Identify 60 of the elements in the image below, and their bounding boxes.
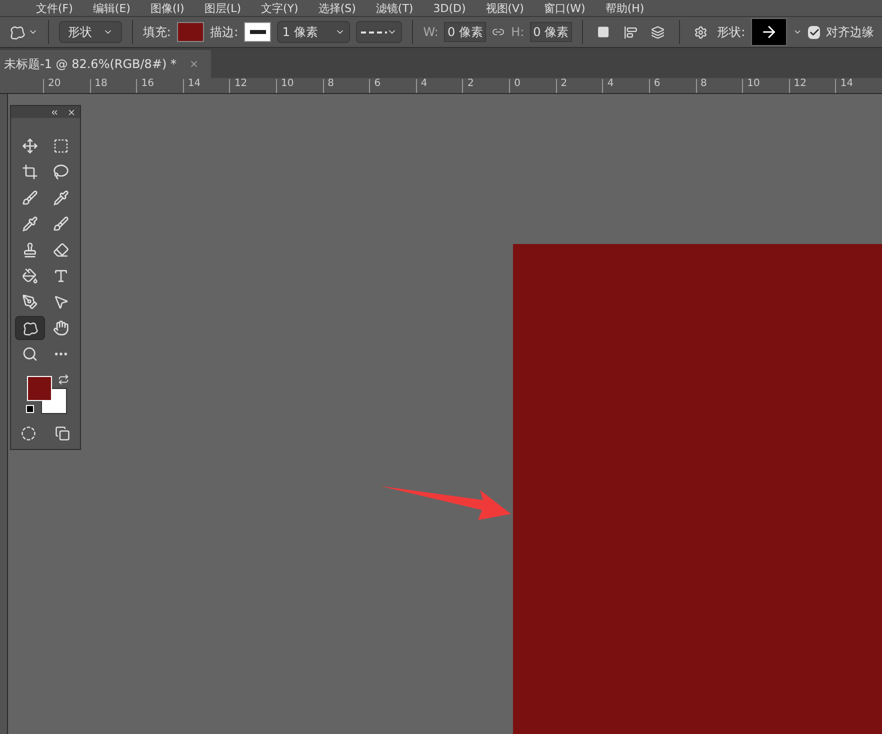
ruler-label: 4 (607, 78, 614, 89)
stroke-width-dropdown[interactable]: 1 像素 (277, 21, 350, 43)
stroke-color-swatch[interactable] (244, 22, 272, 42)
shape-label: 形状: (717, 24, 746, 41)
document-title: 未标题-1 @ 82.6%(RGB/8#) * (4, 56, 176, 73)
ruler-label: 14 (840, 78, 854, 89)
menu-item[interactable]: 滤镜(T) (376, 2, 414, 14)
ruler-label: 6 (374, 78, 381, 89)
ruler-label: 10 (281, 78, 294, 89)
ruler-label: 20 (48, 78, 61, 89)
menu-item[interactable]: 3D(D) (433, 2, 466, 14)
mode-dropdown[interactable]: 形状 (58, 21, 122, 43)
dashed-line-icon (361, 30, 388, 34)
shape-picker[interactable] (751, 18, 788, 46)
fill-label: 填充: (142, 24, 171, 41)
height-label: H: (511, 24, 524, 41)
gear-icon[interactable] (694, 24, 708, 40)
ruler-label: 2 (560, 78, 568, 89)
document-tab[interactable]: 未标题-1 @ 82.6%(RGB/8#) * (0, 50, 210, 78)
align-edges-label: 对齐边缘 (826, 24, 874, 41)
menu-item[interactable]: 选择(S) (318, 2, 356, 14)
width-field[interactable]: 0 像素 (444, 22, 486, 42)
menu-item[interactable]: 窗口(W) (544, 2, 586, 14)
swap-icon[interactable] (58, 374, 69, 385)
height-field[interactable]: 0 像素 (530, 22, 572, 42)
ruler-label: 14 (188, 78, 201, 89)
foreground-color-swatch[interactable] (27, 376, 52, 401)
stroke-label: 描边: (210, 24, 238, 41)
ruler-label: 12 (234, 78, 248, 89)
ruler-label: 8 (328, 78, 334, 89)
ruler-label: 8 (700, 78, 707, 89)
menu-item[interactable]: 图层(L) (204, 2, 242, 14)
ruler-label: 6 (654, 78, 660, 89)
menu-item[interactable]: 文字(Y) (261, 2, 298, 14)
close-icon[interactable] (188, 59, 198, 69)
ruler-label: 0 (514, 78, 520, 89)
width-label: W: (423, 24, 438, 41)
quick-mask-icon[interactable] (20, 426, 36, 441)
menu-item[interactable]: 帮助(H) (605, 2, 644, 14)
screen-mode-icon[interactable] (55, 426, 70, 441)
stroke-style-dropdown[interactable] (356, 21, 402, 43)
default-colors-icon[interactable] (26, 405, 34, 413)
ruler-label: 4 (420, 78, 428, 89)
square-icon[interactable] (597, 25, 610, 39)
ruler-label: 18 (94, 78, 108, 89)
collapse-icon[interactable] (50, 108, 59, 116)
blob-shape-icon[interactable] (15, 316, 45, 340)
ruler-label: 10 (747, 78, 760, 89)
align-icon[interactable] (624, 24, 638, 40)
align-edges-checkbox[interactable] (808, 26, 820, 38)
ruler-label: 12 (794, 78, 806, 89)
ruler-label: 16 (141, 78, 154, 89)
fill-color-swatch[interactable] (176, 22, 204, 42)
menu-item[interactable]: 视图(V) (486, 2, 524, 14)
close-icon[interactable] (67, 108, 76, 116)
ruler-label: 2 (467, 78, 474, 89)
menu-item[interactable]: 文件(F) (36, 2, 73, 14)
layers-icon[interactable] (651, 24, 665, 40)
menu-item[interactable]: 图像(I) (150, 2, 184, 14)
menu-item[interactable]: 编辑(E) (92, 2, 130, 14)
